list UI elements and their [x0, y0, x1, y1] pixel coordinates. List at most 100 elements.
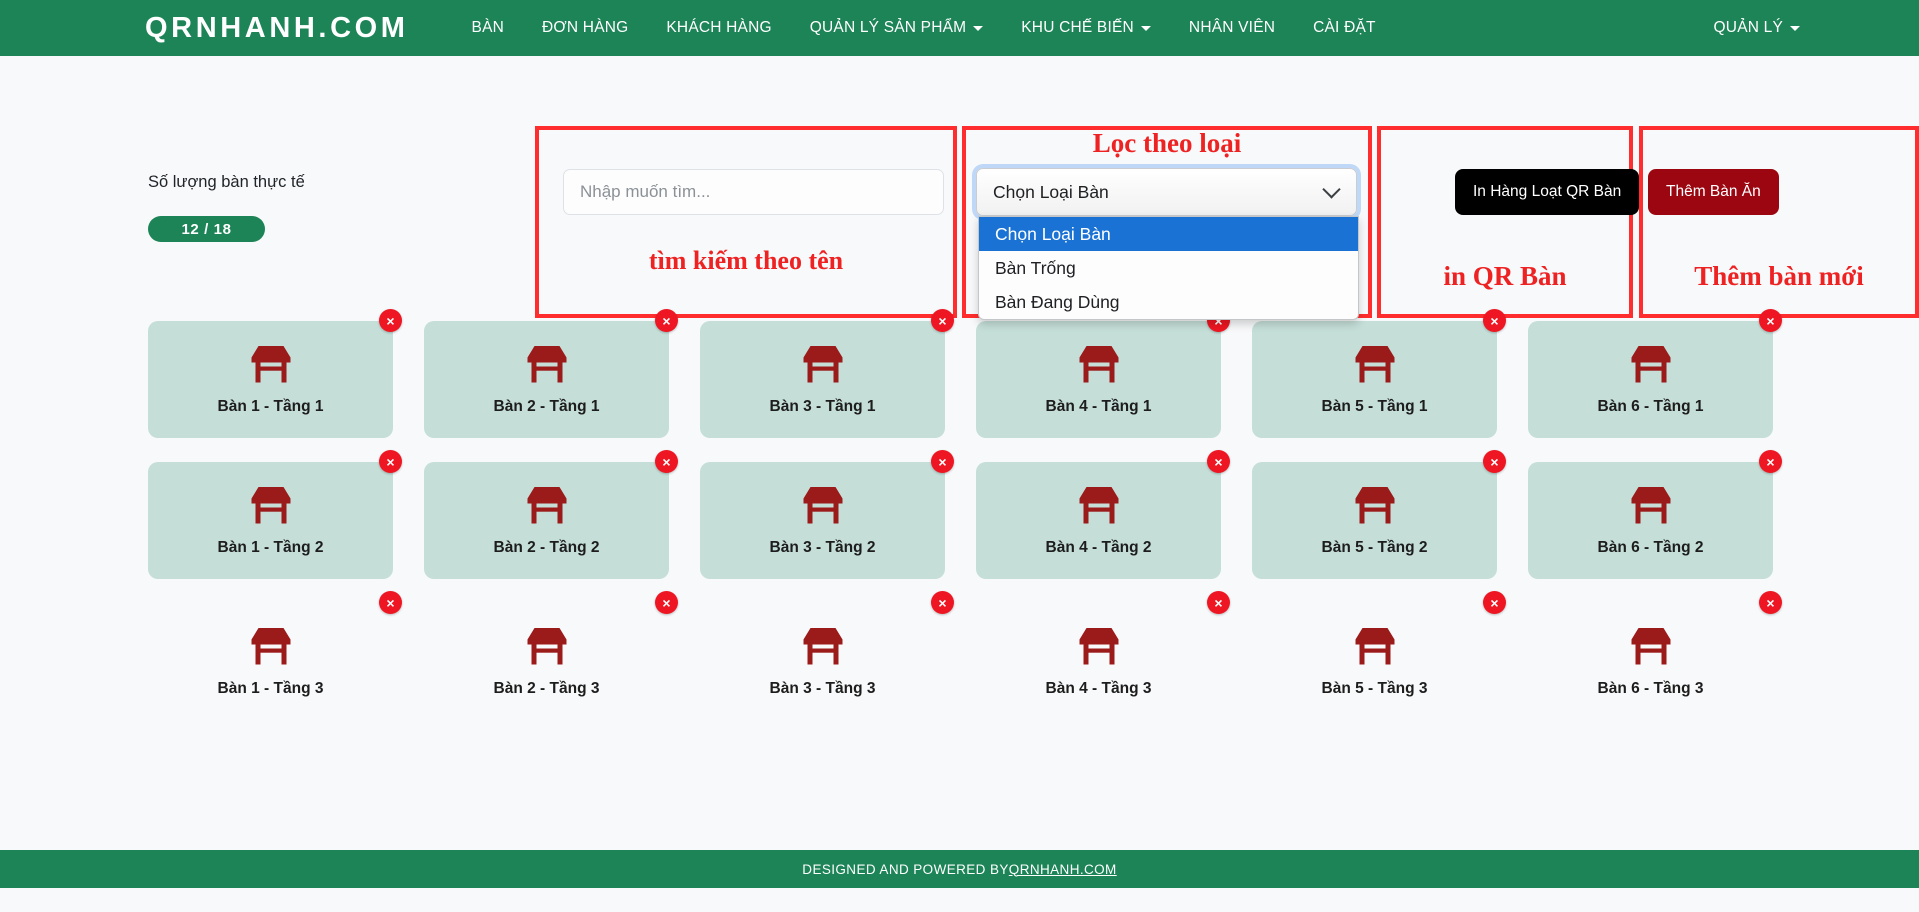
table-card-label: Bàn 6 - Tầng 1 — [1597, 398, 1704, 415]
chevron-down-icon — [973, 25, 984, 31]
delete-table-icon[interactable]: × — [655, 450, 678, 473]
table-icon — [803, 628, 842, 665]
nav-item-4[interactable]: KHU CHẾ BIẾN — [1002, 19, 1170, 37]
table-card-label: Bàn 4 - Tầng 3 — [1045, 680, 1152, 697]
table-card[interactable]: Bàn 4 - Tầng 3 × — [976, 591, 1230, 720]
top-navbar: QRNHANH.COM BÀN ĐƠN HÀNG KHÁCH HÀNG QUẢN LÝ… — [0, 0, 1919, 56]
tables-grid-row: Bàn 1 - Tầng 2 × Bàn 2 - Tầng 2 × Bàn 3 - Tầ… — [148, 450, 1782, 579]
delete-table-icon[interactable]: × — [1483, 450, 1506, 473]
table-icon — [527, 487, 566, 524]
table-card-label: Bàn 6 - Tầng 3 — [1597, 680, 1704, 697]
table-icon — [251, 487, 290, 524]
nav-item-3[interactable]: QUẢN LÝ SẢN PHẨM — [791, 19, 1003, 37]
table-card[interactable]: Bàn 2 - Tầng 2 × — [424, 450, 678, 579]
table-card[interactable]: Bàn 5 - Tầng 1 × — [1252, 309, 1506, 438]
delete-table-icon[interactable]: × — [379, 591, 402, 614]
footer-link[interactable]: QRNHANH.COM — [1009, 862, 1117, 877]
nav-links: BÀN ĐƠN HÀNG KHÁCH HÀNG QUẢN LÝ SẢN PHẨM KHU… — [453, 19, 1395, 37]
table-icon — [1631, 346, 1670, 383]
table-icon — [1631, 487, 1670, 524]
chevron-down-icon — [1790, 25, 1800, 31]
table-icon — [1079, 346, 1118, 383]
table-card-label: Bàn 1 - Tầng 2 — [217, 539, 324, 556]
nav-item-label: KHÁCH HÀNG — [666, 19, 772, 36]
add-table-button[interactable]: Thêm Bàn Ăn — [1648, 169, 1779, 215]
delete-table-icon[interactable]: × — [1759, 591, 1782, 614]
nav-item-account[interactable]: QUẢN LÝ — [1695, 19, 1819, 37]
tables-grid-row: Bàn 1 - Tầng 1 × Bàn 2 - Tầng 1 × Bàn 3 - Tầ… — [148, 309, 1782, 438]
table-card[interactable]: Bàn 5 - Tầng 3 × — [1252, 591, 1506, 720]
table-icon — [1079, 628, 1118, 665]
nav-item-0[interactable]: BÀN — [453, 19, 523, 37]
delete-table-icon[interactable]: × — [931, 450, 954, 473]
annotation-label-filter: Lọc theo loại — [1092, 128, 1242, 158]
table-icon — [1355, 628, 1394, 665]
table-card-label: Bàn 1 - Tầng 3 — [217, 680, 324, 697]
account-menu[interactable]: QUẢN LÝ — [1695, 19, 1819, 37]
delete-table-icon[interactable]: × — [931, 591, 954, 614]
table-card[interactable]: Bàn 1 - Tầng 2 × — [148, 450, 402, 579]
tables-grid: Bàn 1 - Tầng 1 × Bàn 2 - Tầng 1 × Bàn 3 - Tầ… — [148, 309, 1782, 744]
annotation-label-add-table: Thêm bàn mới — [1694, 261, 1864, 291]
table-type-options[interactable]: Chọn Loại Bàn Bàn Trống Bàn Đang Dùng — [978, 216, 1359, 320]
table-card-label: Bàn 3 - Tầng 1 — [769, 398, 876, 415]
table-card-label: Bàn 4 - Tầng 1 — [1045, 398, 1152, 415]
delete-table-icon[interactable]: × — [931, 309, 954, 332]
account-menu-label: QUẢN LÝ — [1713, 19, 1783, 36]
table-card[interactable]: Bàn 5 - Tầng 2 × — [1252, 450, 1506, 579]
delete-table-icon[interactable]: × — [655, 309, 678, 332]
table-count-label: Số lượng bàn thực tế — [148, 173, 305, 191]
chevron-down-icon — [1140, 25, 1151, 31]
table-type-option-2[interactable]: Bàn Đang Dùng — [979, 285, 1358, 319]
table-card[interactable]: Bàn 6 - Tầng 2 × — [1528, 450, 1782, 579]
table-card[interactable]: Bàn 4 - Tầng 1 × — [976, 309, 1230, 438]
table-card-label: Bàn 6 - Tầng 2 — [1597, 539, 1704, 556]
table-card[interactable]: Bàn 4 - Tầng 2 × — [976, 450, 1230, 579]
nav-item-label: KHU CHẾ BIẾN — [1021, 19, 1134, 36]
page-footer: DESIGNED AND POWERED BY QRNHANH.COM — [0, 850, 1919, 888]
table-card[interactable]: Bàn 2 - Tầng 1 × — [424, 309, 678, 438]
table-type-select[interactable]: Chọn Loại Bàn — [976, 168, 1357, 216]
brand-logo[interactable]: QRNHANH.COM — [145, 12, 409, 45]
table-count-badge: 12 / 18 — [148, 216, 265, 242]
table-type-filter[interactable]: Chọn Loại Bàn Chọn Loại Bàn Bàn Trống Bàn … — [976, 168, 1359, 320]
nav-item-6[interactable]: CÀI ĐẶT — [1294, 19, 1395, 37]
delete-table-icon[interactable]: × — [1483, 309, 1506, 332]
table-card[interactable]: Bàn 3 - Tầng 3 × — [700, 591, 954, 720]
delete-table-icon[interactable]: × — [379, 450, 402, 473]
table-card-label: Bàn 5 - Tầng 2 — [1321, 539, 1428, 556]
table-icon — [1355, 487, 1394, 524]
table-type-option-0[interactable]: Chọn Loại Bàn — [979, 217, 1358, 251]
nav-item-2[interactable]: KHÁCH HÀNG — [647, 19, 790, 37]
nav-item-5[interactable]: NHÂN VIÊN — [1170, 19, 1294, 37]
table-card[interactable]: Bàn 3 - Tầng 1 × — [700, 309, 954, 438]
table-card-label: Bàn 2 - Tầng 3 — [493, 680, 600, 697]
delete-table-icon[interactable]: × — [1759, 450, 1782, 473]
table-icon — [803, 487, 842, 524]
delete-table-icon[interactable]: × — [655, 591, 678, 614]
nav-item-1[interactable]: ĐƠN HÀNG — [523, 19, 647, 37]
delete-table-icon[interactable]: × — [379, 309, 402, 332]
delete-table-icon[interactable]: × — [1759, 309, 1782, 332]
table-card[interactable]: Bàn 2 - Tầng 3 × — [424, 591, 678, 720]
table-type-select-value: Chọn Loại Bàn — [993, 181, 1109, 202]
table-card[interactable]: Bàn 3 - Tầng 2 × — [700, 450, 954, 579]
annotation-label-print-qr: in QR Bàn — [1443, 261, 1567, 291]
table-card[interactable]: Bàn 1 - Tầng 3 × — [148, 591, 402, 720]
table-card-label: Bàn 2 - Tầng 1 — [493, 398, 600, 415]
table-type-option-1[interactable]: Bàn Trống — [979, 251, 1358, 285]
search-input[interactable] — [563, 169, 944, 215]
nav-item-label: CÀI ĐẶT — [1313, 19, 1376, 36]
table-card-label: Bàn 1 - Tầng 1 — [217, 398, 324, 415]
delete-table-icon[interactable]: × — [1483, 591, 1506, 614]
footer-text: DESIGNED AND POWERED BY — [802, 861, 1009, 877]
print-qr-batch-button[interactable]: In Hàng Loạt QR Bàn — [1455, 169, 1640, 215]
table-card[interactable]: Bàn 6 - Tầng 1 × — [1528, 309, 1782, 438]
nav-item-label: QUẢN LÝ SẢN PHẨM — [809, 19, 967, 36]
table-icon — [251, 346, 290, 383]
table-card[interactable]: Bàn 1 - Tầng 1 × — [148, 309, 402, 438]
table-card[interactable]: Bàn 6 - Tầng 3 × — [1528, 591, 1782, 720]
table-card-label: Bàn 3 - Tầng 2 — [769, 539, 876, 556]
delete-table-icon[interactable]: × — [1207, 450, 1230, 473]
delete-table-icon[interactable]: × — [1207, 591, 1230, 614]
